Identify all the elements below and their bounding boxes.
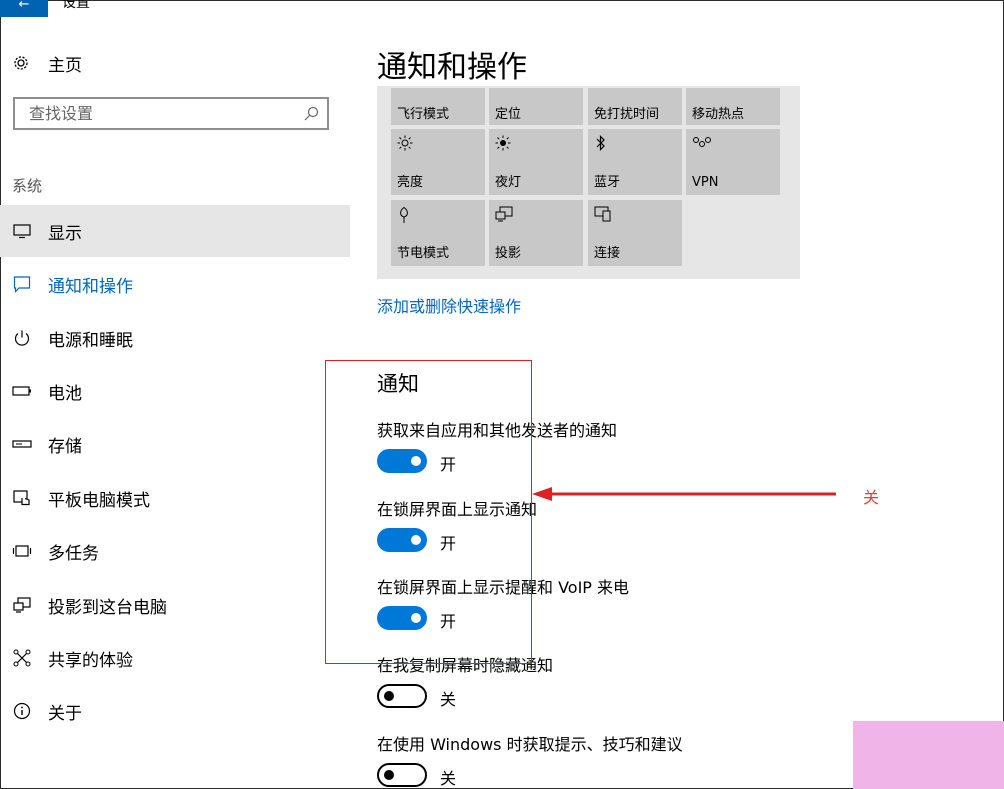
setting-label: 在使用 Windows 时获取提示、技巧和建议 xyxy=(377,735,683,754)
search-input[interactable] xyxy=(27,99,291,128)
toggle-state-label: 关 xyxy=(440,769,457,788)
quick-actions-panel: 飞行模式 定位 免打扰时间 移动热点 亮度 夜灯 蓝牙 VPN 节电模式 投影 … xyxy=(377,86,800,279)
section-label-system: 系统 xyxy=(12,177,43,195)
sidebar-item-storage[interactable]: 存储 xyxy=(0,418,350,470)
annotation-highlight-box xyxy=(325,360,532,664)
sidebar-item-shared-experiences[interactable]: 共享的体验 xyxy=(0,632,350,684)
sidebar-item-display[interactable]: 显示 xyxy=(0,205,350,257)
sidebar-item-label: 显示 xyxy=(48,223,82,244)
toggle-hide-when-duplicating[interactable] xyxy=(377,684,427,708)
quick-action-battery-saver[interactable]: 节电模式 xyxy=(391,200,485,266)
sidebar-item-label: 电池 xyxy=(48,383,82,404)
tile-label: 蓝牙 xyxy=(594,175,621,190)
quick-action-vpn[interactable]: VPN xyxy=(686,129,780,195)
tile-label: 定位 xyxy=(495,107,522,122)
sidebar-item-label: 通知和操作 xyxy=(48,276,133,297)
quick-action-bluetooth[interactable]: 蓝牙 xyxy=(588,129,682,195)
quick-action-night-light[interactable]: 夜灯 xyxy=(489,129,583,195)
sidebar-item-tablet-mode[interactable]: 平板电脑模式 xyxy=(0,472,350,524)
quick-action-project[interactable]: 投影 xyxy=(489,200,583,266)
search-box[interactable] xyxy=(13,97,329,130)
sidebar-item-power-sleep[interactable]: 电源和睡眠 xyxy=(0,312,350,364)
multitask-icon xyxy=(12,545,32,557)
home-label: 主页 xyxy=(48,55,82,76)
tile-label: 夜灯 xyxy=(495,175,522,190)
sidebar-item-notifications[interactable]: 通知和操作 xyxy=(0,258,350,310)
tile-label: 飞行模式 xyxy=(397,107,450,122)
vpn-icon xyxy=(693,137,711,147)
bluetooth-icon xyxy=(596,135,605,151)
tile-label: 移动热点 xyxy=(692,107,745,122)
tile-label: 免打扰时间 xyxy=(594,107,660,122)
message-icon xyxy=(12,275,32,293)
add-remove-quick-actions-link[interactable]: 添加或删除快速操作 xyxy=(377,293,521,317)
sidebar-item-label: 投影到这台电脑 xyxy=(48,597,167,618)
tablet-icon xyxy=(12,489,32,507)
toggle-state-label: 关 xyxy=(440,690,457,709)
battery-saver-icon xyxy=(400,206,408,223)
monitor-icon xyxy=(12,223,32,239)
back-button[interactable]: ← xyxy=(0,0,48,17)
watermark-corner xyxy=(853,721,1004,789)
sidebar-item-multitasking[interactable]: 多任务 xyxy=(0,525,350,577)
sidebar-item-label: 存储 xyxy=(48,436,82,457)
annotation-arrow xyxy=(532,487,836,501)
battery-icon xyxy=(12,385,32,397)
tile-label: 节电模式 xyxy=(397,246,450,261)
quick-action-connect[interactable]: 连接 xyxy=(588,200,682,266)
night-light-icon xyxy=(495,135,511,151)
annotation-text: 关 xyxy=(863,488,880,507)
sidebar-item-label: 多任务 xyxy=(48,543,99,564)
quick-action-mobile-hotspot[interactable]: 移动热点 xyxy=(686,88,780,125)
info-icon xyxy=(12,702,32,720)
window-title: 设置 xyxy=(62,0,90,11)
project-icon xyxy=(12,597,32,613)
tile-label: 连接 xyxy=(594,246,621,261)
tile-label: 亮度 xyxy=(397,175,424,190)
search-icon[interactable] xyxy=(303,106,319,122)
sidebar-item-label: 共享的体验 xyxy=(48,650,133,671)
connect-icon xyxy=(594,206,611,222)
quick-action-brightness[interactable]: 亮度 xyxy=(391,129,485,195)
page-title: 通知和操作 xyxy=(377,50,527,85)
home-nav-item[interactable]: 主页 xyxy=(12,50,82,76)
sidebar-item-label: 电源和睡眠 xyxy=(48,330,133,351)
share-icon xyxy=(12,649,32,667)
back-arrow-icon: ← xyxy=(18,0,30,12)
brightness-icon xyxy=(397,135,413,151)
tile-label: VPN xyxy=(692,175,719,190)
tile-label: 投影 xyxy=(495,246,522,261)
project-icon xyxy=(495,206,513,222)
storage-icon xyxy=(12,439,32,449)
sidebar-item-about[interactable]: 关于 xyxy=(0,685,350,737)
sidebar-item-label: 平板电脑模式 xyxy=(48,490,150,511)
sidebar-item-label: 关于 xyxy=(48,703,82,724)
quick-action-airplane-mode[interactable]: 飞行模式 xyxy=(391,88,485,125)
power-icon xyxy=(12,329,32,347)
sidebar-item-battery[interactable]: 电池 xyxy=(0,365,350,417)
gear-icon xyxy=(14,56,28,70)
toggle-tips-suggestions[interactable] xyxy=(377,763,427,787)
sidebar-item-project-to-pc[interactable]: 投影到这台电脑 xyxy=(0,579,350,631)
quick-action-location[interactable]: 定位 xyxy=(489,88,583,125)
quick-action-quiet-hours[interactable]: 免打扰时间 xyxy=(588,88,682,125)
